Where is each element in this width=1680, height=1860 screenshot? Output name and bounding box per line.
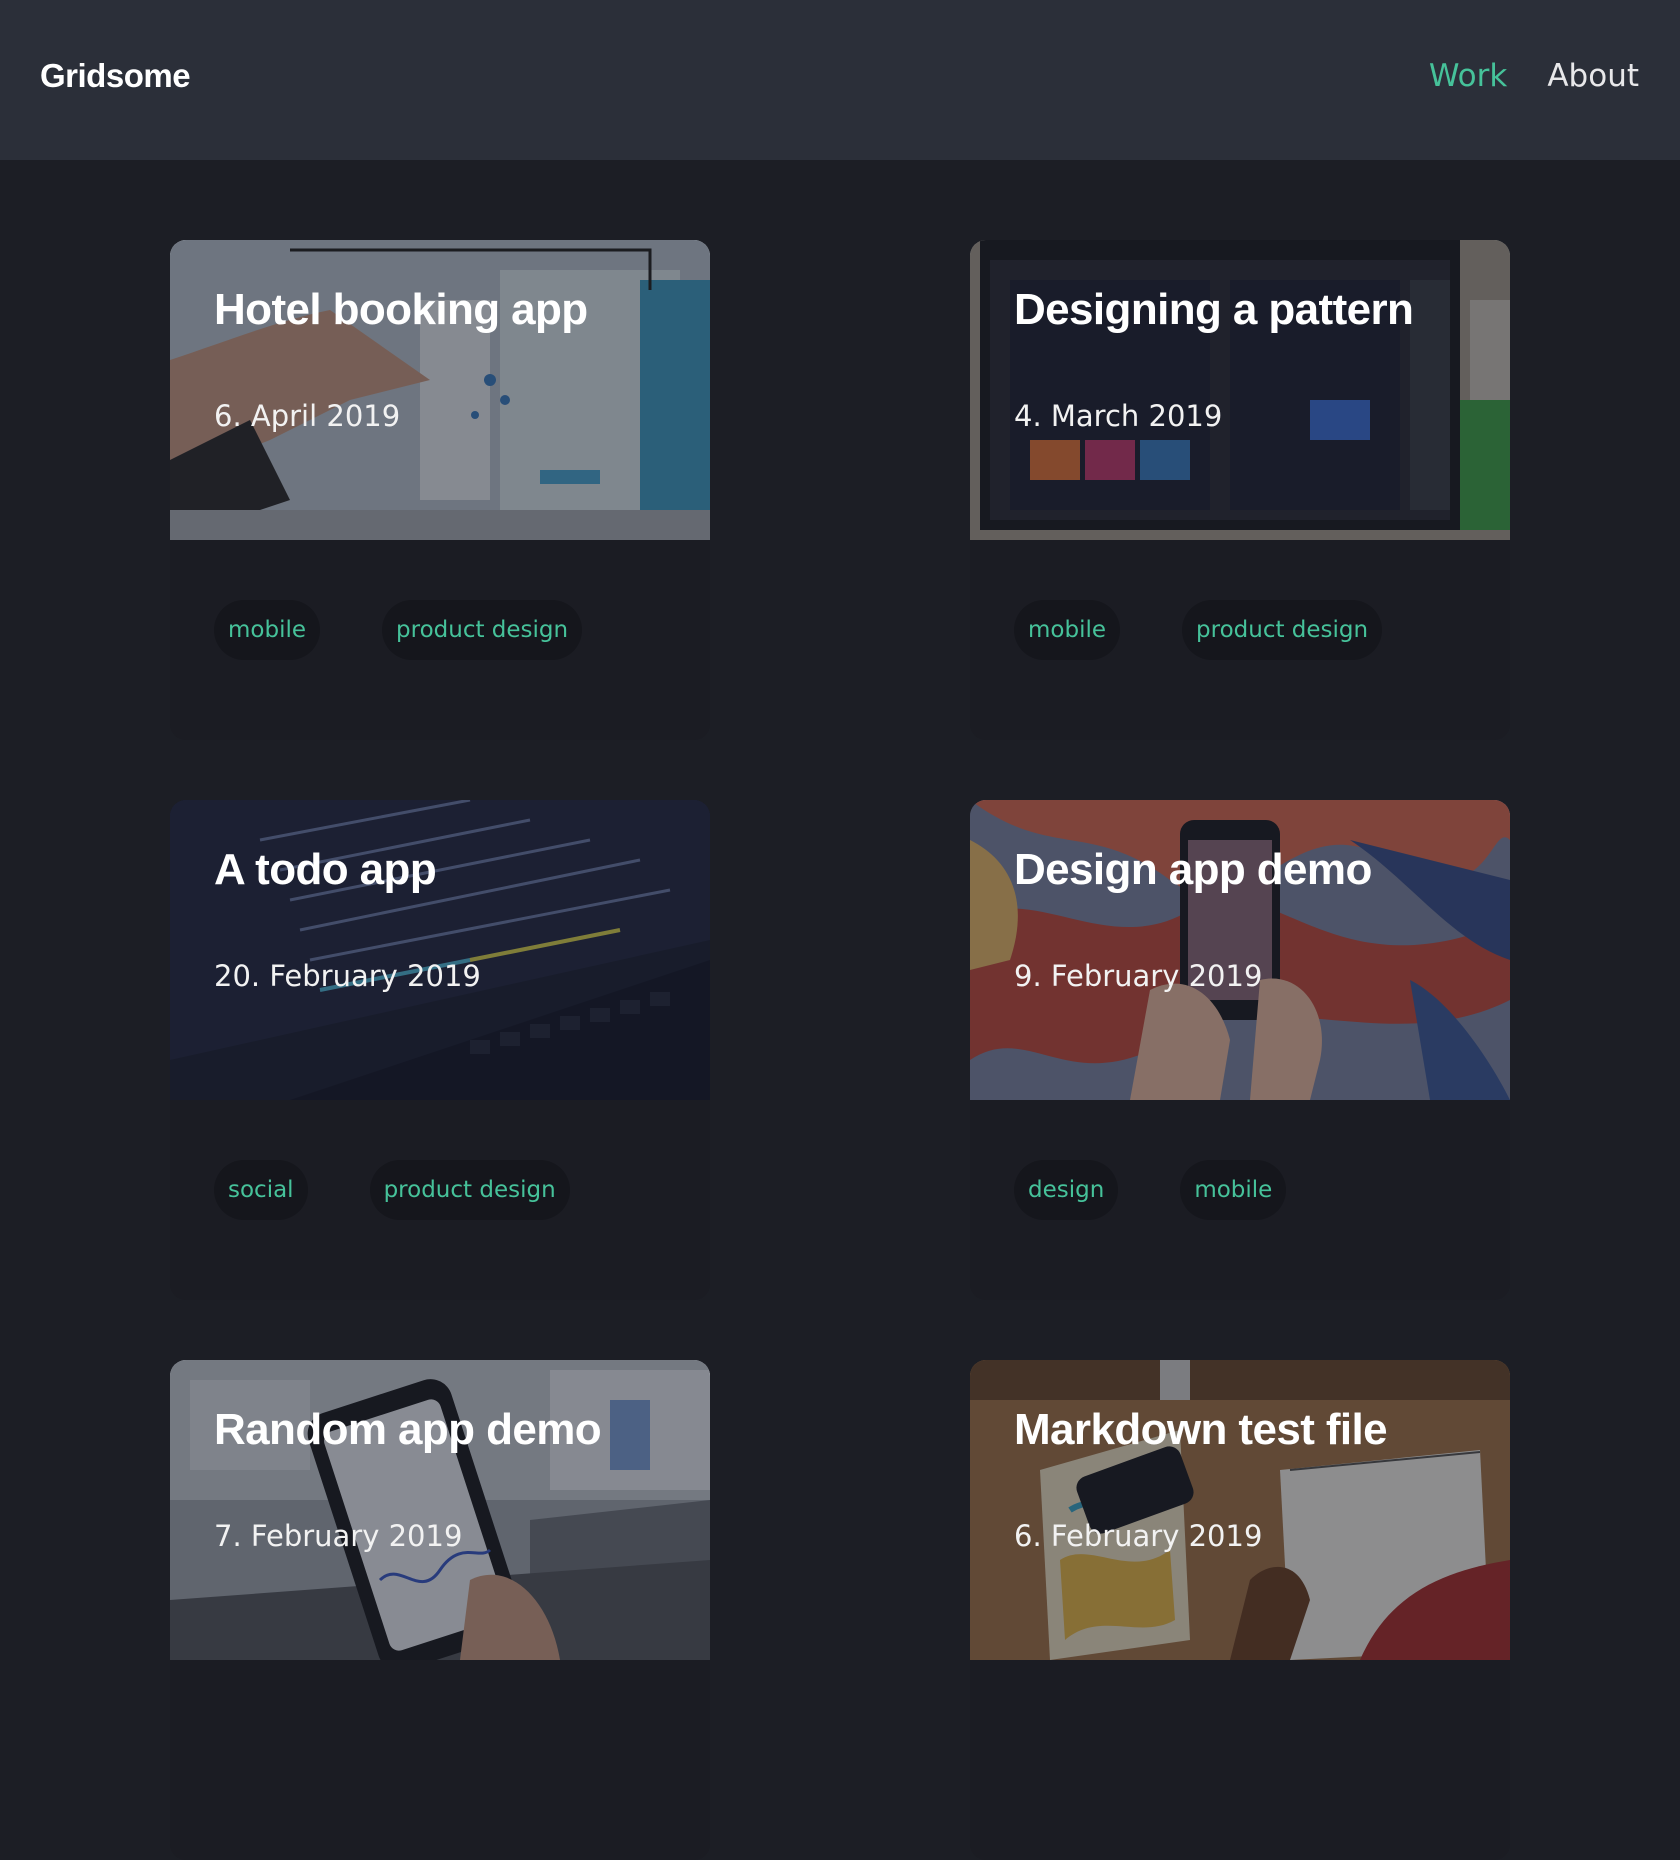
tag-mobile[interactable]: mobile [1180,1160,1287,1220]
project-tags: mobile product design [1014,600,1383,660]
tag-mobile[interactable]: mobile [1014,600,1121,660]
project-date: 6. February 2019 [1014,1519,1263,1553]
tag-product-design[interactable]: product design [1182,600,1383,660]
project-card-a-todo-app[interactable]: A todo app 20. February 2019 social prod… [170,800,710,1300]
project-title: Hotel booking app [214,285,588,334]
tag-product-design[interactable]: product design [369,1160,570,1220]
project-tags: social product design [214,1160,570,1220]
nav-work-link[interactable]: Work [1429,54,1508,98]
project-title: Designing a pattern [1014,285,1414,334]
project-date: 9. February 2019 [1014,959,1263,993]
project-date: 7. February 2019 [214,1519,463,1553]
nav-about-link[interactable]: About [1547,54,1639,98]
project-card-random-app-demo[interactable]: Random app demo 7. February 2019 [170,1360,710,1860]
project-date: 20. February 2019 [214,959,481,993]
project-title: A todo app [214,845,437,894]
project-card-hotel-booking-app[interactable]: Hotel booking app 6. April 2019 mobile p… [170,240,710,740]
project-title: Random app demo [214,1405,602,1454]
project-tags: design mobile [1014,1160,1287,1220]
tag-design[interactable]: design [1014,1160,1119,1220]
tag-social[interactable]: social [214,1160,308,1220]
project-title: Design app demo [1014,845,1372,894]
tag-product-design[interactable]: product design [382,600,583,660]
project-title: Markdown test file [1014,1405,1388,1454]
project-date: 6. April 2019 [214,399,401,433]
site-logo[interactable]: Gridsome [40,54,191,98]
project-date: 4. March 2019 [1014,399,1223,433]
project-card-designing-a-pattern[interactable]: Designing a pattern 4. March 2019 mobile… [970,240,1510,740]
project-grid: Hotel booking app 6. April 2019 mobile p… [170,240,1510,1860]
project-card-markdown-test-file[interactable]: Markdown test file 6. February 2019 [970,1360,1510,1860]
tag-mobile[interactable]: mobile [214,600,321,660]
site-header: Gridsome Work About [0,0,1680,160]
project-card-design-app-demo[interactable]: Design app demo 9. February 2019 design … [970,800,1510,1300]
project-tags: mobile product design [214,600,583,660]
main-nav: Work About [1429,54,1639,98]
